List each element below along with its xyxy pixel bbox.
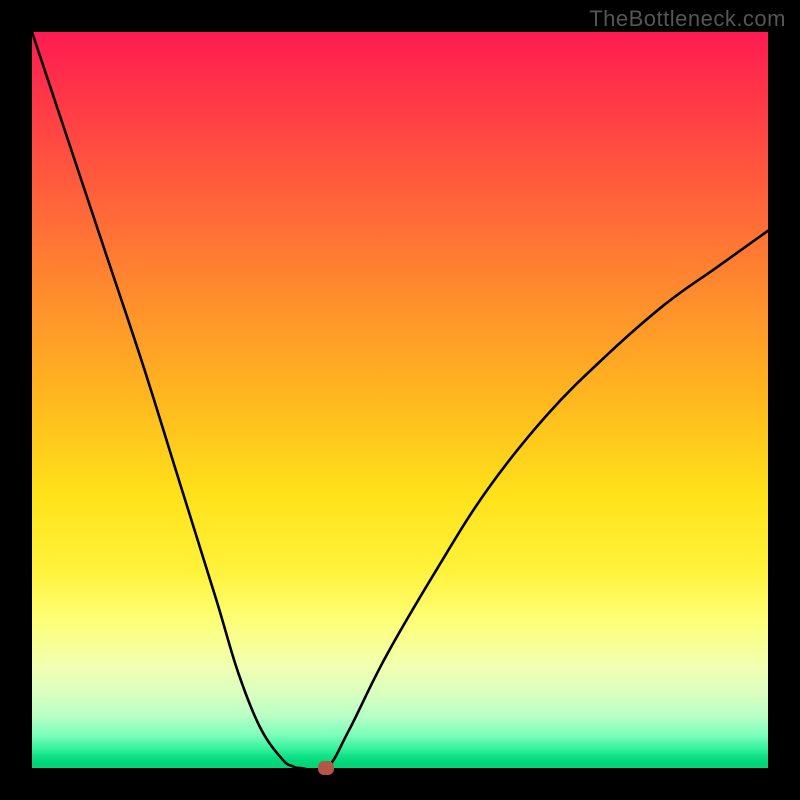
bottleneck-curve [32,32,768,768]
chart-frame: TheBottleneck.com [0,0,800,800]
curve-path [32,32,768,768]
watermark-text: TheBottleneck.com [589,6,786,32]
current-point-marker [318,761,334,775]
plot-area [32,32,768,768]
